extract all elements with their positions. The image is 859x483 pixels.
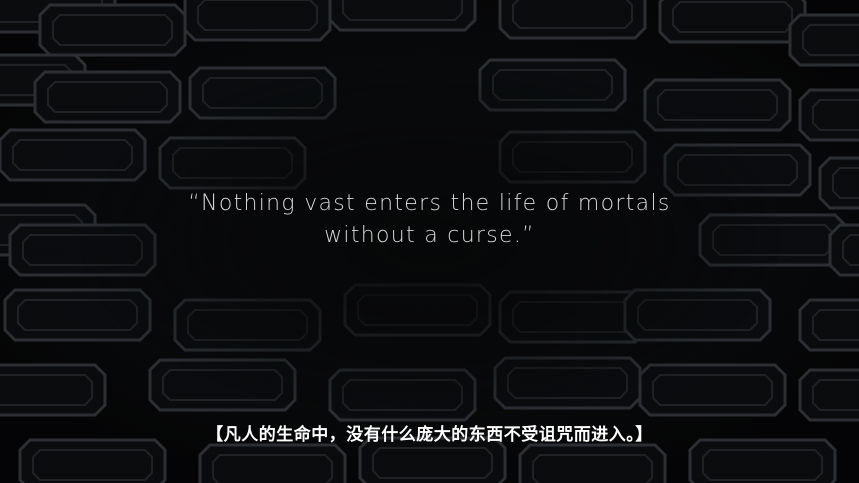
- epigraph-quote: “Nothing vast enters the life of mortals…: [0, 188, 859, 252]
- quote-line-1: “Nothing vast enters the life of mortals: [188, 191, 671, 216]
- chinese-subtitle: 【凡人的生命中，没有什么庞大的东西不受诅咒而进入。】: [206, 425, 653, 445]
- quote-line-2: without a curse.”: [324, 223, 535, 248]
- cutscene-screen: “Nothing vast enters the life of mortals…: [0, 0, 859, 483]
